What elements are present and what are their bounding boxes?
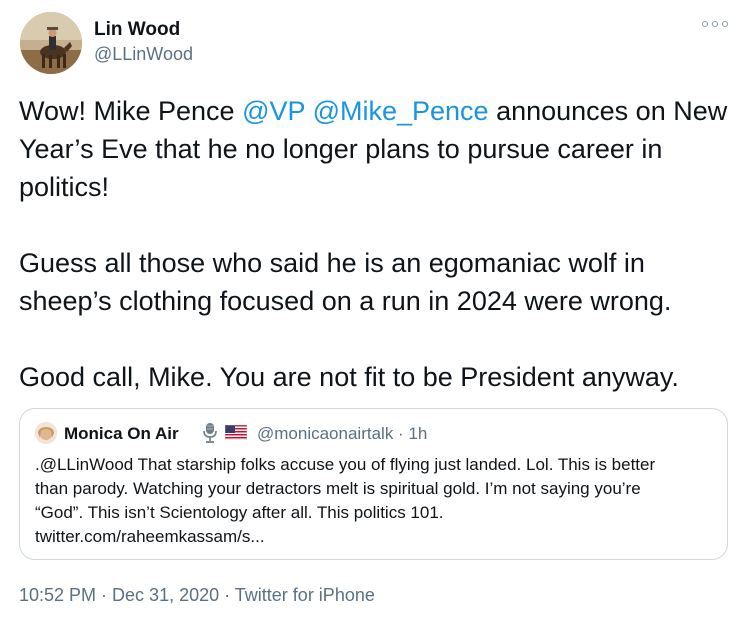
quoted-link[interactable]: twitter.com/raheemkassam/s... [35, 525, 715, 549]
tweet-source[interactable]: Twitter for iPhone [235, 585, 375, 605]
tweet-paragraph-3: Good call, Mike. You are not fit to be P… [19, 362, 679, 392]
mention-vp[interactable]: @VP [242, 96, 305, 126]
quoted-line-3: “God”. This isn’t Scientology after all.… [35, 503, 444, 522]
quoted-handle-text: @monicaonairtalk [257, 424, 394, 443]
quoted-separator: · [393, 424, 409, 443]
quoted-line-1: .@LLinWood That starship folks accuse yo… [35, 455, 656, 474]
more-options-icon[interactable] [702, 16, 728, 32]
quoted-time: 1h [408, 424, 428, 443]
tweet-date[interactable]: Dec 31, 2020 [112, 585, 219, 605]
quoted-author-name: Monica On Air [64, 424, 179, 443]
quoted-author-avatar [35, 422, 57, 444]
author-handle[interactable]: @LLinWood [94, 44, 193, 65]
tweet-time[interactable]: 10:52 PM [19, 585, 96, 605]
quoted-author-handle: @monicaonairtalk · 1h [257, 424, 427, 444]
mention-mike-pence[interactable]: @Mike_Pence [313, 96, 489, 126]
tweet-metadata: 10:52 PM · Dec 31, 2020 · Twitter for iP… [19, 585, 375, 606]
tweet-text-space [305, 96, 313, 126]
tweet-card: Lin Wood @LLinWood Wow! Mike Pence @VP @… [0, 0, 748, 626]
tweet-text: Wow! Mike Pence @VP @Mike_Pence announce… [19, 92, 734, 396]
more-dot [722, 21, 728, 27]
quoted-tweet[interactable]: Monica On Air @monicaonairtalk · 1h .@LL… [19, 408, 728, 560]
author-name[interactable]: Lin Wood [94, 19, 180, 41]
more-dot [702, 21, 708, 27]
microphone-icon [200, 422, 220, 444]
avatar-image [20, 12, 82, 74]
quoted-tweet-text: .@LLinWood That starship folks accuse yo… [35, 453, 715, 549]
more-dot [712, 21, 718, 27]
tweet-paragraph-2: Guess all those who said he is an egoman… [19, 248, 672, 316]
meta-separator: · [96, 585, 113, 605]
tweet-paragraph-1: Wow! Mike Pence @VP @Mike_Pence announce… [19, 92, 734, 206]
meta-separator: · [219, 585, 235, 605]
quoted-avatar-image [35, 422, 57, 444]
quoted-line-2: than parody. Watching your detractors me… [35, 479, 641, 498]
us-flag-icon [224, 424, 248, 441]
author-avatar[interactable] [20, 12, 82, 74]
tweet-text-segment: Wow! Mike Pence [19, 96, 243, 126]
